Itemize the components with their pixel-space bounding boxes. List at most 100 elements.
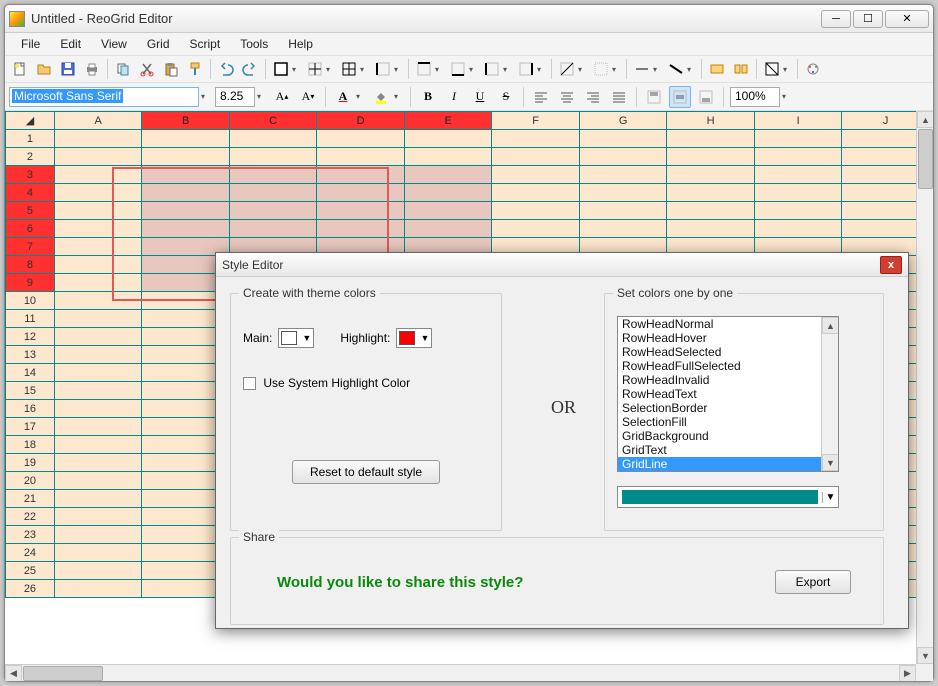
cell[interactable] xyxy=(667,202,755,220)
dropdown-icon[interactable]: ▾ xyxy=(503,65,511,74)
cell[interactable] xyxy=(842,220,916,238)
cell[interactable] xyxy=(54,166,142,184)
col-header[interactable]: F xyxy=(492,112,580,130)
minimize-button[interactable]: ─ xyxy=(821,10,851,28)
cell[interactable] xyxy=(229,220,317,238)
scroll-down-icon[interactable]: ▼ xyxy=(822,454,839,471)
horizontal-scrollbar[interactable]: ◀ ▶ xyxy=(5,664,916,681)
border-inside-icon[interactable] xyxy=(304,58,326,80)
row-header[interactable]: 19 xyxy=(6,454,55,472)
border-outside-icon[interactable] xyxy=(270,58,292,80)
cell[interactable] xyxy=(667,148,755,166)
menu-grid[interactable]: Grid xyxy=(139,35,178,53)
col-header[interactable]: D xyxy=(317,112,405,130)
col-header[interactable]: J xyxy=(842,112,916,130)
dropdown-icon[interactable]: ▾ xyxy=(257,92,265,101)
border-left-icon[interactable] xyxy=(372,58,394,80)
close-button[interactable]: ✕ xyxy=(885,10,929,28)
col-header[interactable]: I xyxy=(754,112,842,130)
cell[interactable] xyxy=(54,202,142,220)
vertical-scrollbar[interactable]: ▲ ▼ xyxy=(916,111,933,664)
border-none-icon[interactable] xyxy=(590,58,612,80)
dropdown-icon[interactable]: ▾ xyxy=(360,65,368,74)
cell[interactable] xyxy=(317,220,405,238)
dialog-close-button[interactable]: x xyxy=(880,256,902,274)
col-header[interactable]: E xyxy=(404,112,492,130)
font-name-combo[interactable]: Microsoft Sans Serif xyxy=(9,87,199,107)
color-dropdown[interactable]: ▼ xyxy=(617,486,839,508)
cell[interactable] xyxy=(54,580,142,598)
cell[interactable] xyxy=(54,328,142,346)
export-button[interactable]: Export xyxy=(775,570,851,594)
row-header[interactable]: 21 xyxy=(6,490,55,508)
titlebar[interactable]: Untitled - ReoGrid Editor ─ ☐ ✕ xyxy=(5,5,933,33)
row-header[interactable]: 26 xyxy=(6,580,55,598)
cell[interactable] xyxy=(404,184,492,202)
cell[interactable] xyxy=(54,400,142,418)
row-header[interactable]: 13 xyxy=(6,346,55,364)
cell[interactable] xyxy=(579,166,667,184)
cell[interactable] xyxy=(492,202,580,220)
list-item[interactable]: GridText xyxy=(618,443,838,457)
row-header[interactable]: 25 xyxy=(6,562,55,580)
save-icon[interactable] xyxy=(57,58,79,80)
cell[interactable] xyxy=(317,184,405,202)
cell[interactable] xyxy=(229,130,317,148)
border-right-icon[interactable] xyxy=(515,58,537,80)
italic-button[interactable]: I xyxy=(443,86,465,108)
dropdown-icon[interactable]: ▾ xyxy=(687,65,695,74)
col-header[interactable]: B xyxy=(142,112,230,130)
scroll-left-icon[interactable]: ◀ xyxy=(5,665,22,682)
maximize-button[interactable]: ☐ xyxy=(853,10,883,28)
cell[interactable] xyxy=(842,130,916,148)
cell[interactable] xyxy=(54,130,142,148)
cell[interactable] xyxy=(142,184,230,202)
cell[interactable] xyxy=(579,148,667,166)
dropdown-icon[interactable]: ▾ xyxy=(782,92,790,101)
cell[interactable] xyxy=(54,436,142,454)
valign-middle-icon[interactable] xyxy=(669,86,691,108)
cell[interactable] xyxy=(579,130,667,148)
list-item[interactable]: RowHeadInvalid xyxy=(618,373,838,387)
cell[interactable] xyxy=(579,202,667,220)
cell[interactable] xyxy=(754,148,842,166)
font-grow-icon[interactable]: A▴ xyxy=(271,86,293,108)
dropdown-icon[interactable]: ▾ xyxy=(201,92,209,101)
cell[interactable] xyxy=(54,508,142,526)
cell[interactable] xyxy=(754,130,842,148)
cell[interactable] xyxy=(54,256,142,274)
cell[interactable] xyxy=(142,166,230,184)
copy-icon[interactable] xyxy=(112,58,134,80)
color-list[interactable]: RowHeadNormalRowHeadHoverRowHeadSelected… xyxy=(617,316,839,472)
cell[interactable] xyxy=(842,166,916,184)
fill-color-icon[interactable] xyxy=(370,86,392,108)
align-right-icon[interactable] xyxy=(582,86,604,108)
cell[interactable] xyxy=(404,220,492,238)
list-item[interactable]: RowHeadFullSelected xyxy=(618,359,838,373)
dropdown-icon[interactable]: ▾ xyxy=(578,65,586,74)
cell[interactable] xyxy=(54,562,142,580)
row-header[interactable]: 24 xyxy=(6,544,55,562)
row-header[interactable]: 18 xyxy=(6,436,55,454)
zoom-combo[interactable]: 100% xyxy=(730,87,780,107)
bold-button[interactable]: B xyxy=(417,86,439,108)
dropdown-icon[interactable]: ▾ xyxy=(326,65,334,74)
row-header[interactable]: 15 xyxy=(6,382,55,400)
border-bottom-icon[interactable] xyxy=(447,58,469,80)
scroll-up-icon[interactable]: ▲ xyxy=(917,111,933,128)
row-header[interactable]: 12 xyxy=(6,328,55,346)
cell[interactable] xyxy=(142,148,230,166)
cell[interactable] xyxy=(404,130,492,148)
list-item[interactable]: RowHeadSelected xyxy=(618,345,838,359)
print-icon[interactable] xyxy=(81,58,103,80)
dropdown-icon[interactable]: ▾ xyxy=(537,65,545,74)
cell[interactable] xyxy=(54,418,142,436)
cell[interactable] xyxy=(842,202,916,220)
border-diag1-icon[interactable] xyxy=(556,58,578,80)
menu-view[interactable]: View xyxy=(93,35,135,53)
cell[interactable] xyxy=(492,220,580,238)
cell[interactable] xyxy=(229,184,317,202)
cell[interactable] xyxy=(754,166,842,184)
highlight-color-picker[interactable]: ▼ xyxy=(396,328,432,348)
row-header[interactable]: 2 xyxy=(6,148,55,166)
